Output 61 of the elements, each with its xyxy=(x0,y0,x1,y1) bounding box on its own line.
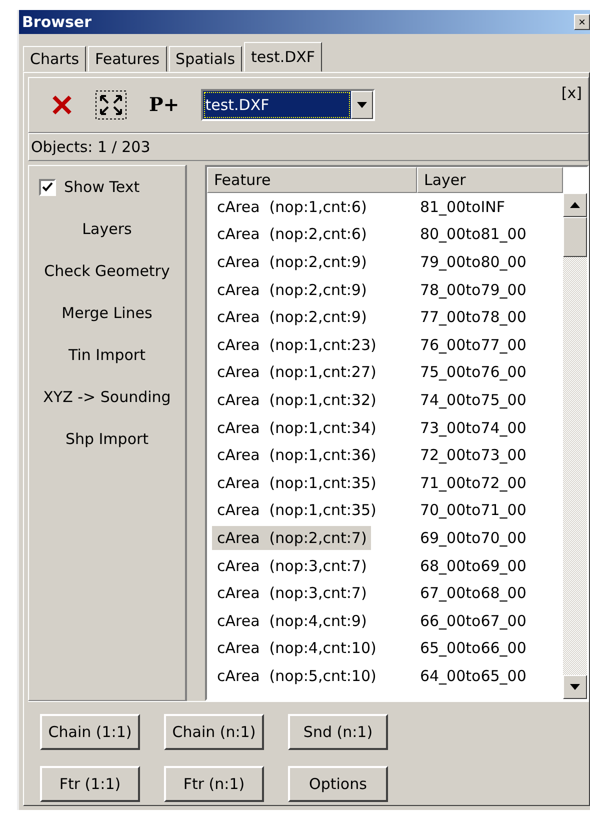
layer-cell-text: 72_00to73_00 xyxy=(418,445,528,466)
add-point-button[interactable]: P+ xyxy=(149,94,180,116)
feature-cell[interactable]: cArea (nop:2,cnt:9) xyxy=(212,305,371,330)
feature-cell[interactable]: cArea (nop:2,cnt:9) xyxy=(212,250,371,274)
window-title: Browser xyxy=(22,13,92,31)
feature-cell[interactable]: cArea (nop:2,cnt:7) xyxy=(212,526,371,550)
feature-cell[interactable]: cArea (nop:1,cnt:35) xyxy=(212,470,380,495)
action-button[interactable]: Chain (n:1) xyxy=(164,714,264,750)
action-button[interactable]: Ftr (n:1) xyxy=(164,766,264,802)
feature-cell[interactable]: cArea (nop:2,cnt:6) xyxy=(212,222,371,246)
feature-cell[interactable]: cArea (nop:1,cnt:27) xyxy=(212,360,380,384)
layer-cell-text: 73_00to74_00 xyxy=(418,418,528,439)
action-button[interactable]: Options xyxy=(288,766,388,802)
dismiss-button[interactable]: [x] xyxy=(561,84,582,102)
side-action[interactable]: Check Geometry xyxy=(44,262,170,280)
column-header[interactable]: Feature xyxy=(207,167,417,193)
tab[interactable]: Spatials xyxy=(168,46,242,72)
layer-cell-text: 70_00to71_00 xyxy=(418,500,528,522)
layer-cell-text: 67_00to68_00 xyxy=(418,583,528,604)
object-count: Objects: 1 / 203 xyxy=(28,133,589,161)
action-button[interactable]: Ftr (1:1) xyxy=(40,766,140,802)
layer-cell-text: 77_00to78_00 xyxy=(418,307,528,328)
layer-cell-text: 78_00to79_00 xyxy=(418,280,528,301)
layer-cell-text: 69_00to70_00 xyxy=(418,528,528,549)
feature-cell[interactable]: cArea (nop:2,cnt:9) xyxy=(212,278,371,302)
layer-cell-text: 80_00to81_00 xyxy=(418,224,528,246)
layer-cell-text: 71_00to72_00 xyxy=(418,472,528,494)
layer-cell-text: 64_00to65_00 xyxy=(418,666,528,687)
layer-cell-text: 76_00to77_00 xyxy=(418,334,528,356)
side-action[interactable]: XYZ -> Sounding xyxy=(43,388,171,406)
side-action[interactable]: Tin Import xyxy=(68,346,146,364)
file-dropdown[interactable]: test.DXF xyxy=(201,89,376,121)
layer-cell-text: 66_00to67_00 xyxy=(418,610,528,632)
feature-cell[interactable]: cArea (nop:1,cnt:34) xyxy=(212,416,380,440)
feature-cell[interactable]: cArea (nop:4,cnt:9) xyxy=(212,608,371,633)
show-text-checkbox[interactable]: Show Text xyxy=(39,178,140,196)
tab[interactable]: Charts xyxy=(23,46,86,72)
tab[interactable]: test.DXF xyxy=(244,42,322,72)
feature-cell[interactable]: cArea (nop:1,cnt:6) xyxy=(212,194,371,219)
feature-cell[interactable]: cArea (nop:3,cnt:7) xyxy=(212,581,371,606)
tab[interactable]: Features xyxy=(88,46,167,72)
feature-cell[interactable]: cArea (nop:1,cnt:36) xyxy=(212,443,380,468)
feature-cell[interactable]: cArea (nop:3,cnt:7) xyxy=(212,554,371,578)
side-action[interactable]: Shp Import xyxy=(65,430,149,448)
action-button[interactable]: Chain (1:1) xyxy=(40,714,140,750)
action-button[interactable]: Snd (n:1) xyxy=(288,714,388,750)
layer-cell-text: 79_00to80_00 xyxy=(418,252,528,273)
close-button[interactable]: × xyxy=(574,14,590,30)
feature-cell[interactable]: cArea (nop:1,cnt:35) xyxy=(212,498,380,522)
side-action[interactable]: Merge Lines xyxy=(62,304,152,322)
column-header[interactable]: Layer xyxy=(417,167,563,193)
layer-cell-text: 75_00to76_00 xyxy=(418,362,528,384)
feature-cell[interactable]: cArea (nop:1,cnt:32) xyxy=(212,388,380,412)
side-action[interactable]: Layers xyxy=(82,220,132,238)
layer-cell-text: 81_00toINF xyxy=(418,196,506,218)
feature-cell[interactable]: cArea (nop:5,cnt:10) xyxy=(212,664,380,688)
feature-cell[interactable]: cArea (nop:1,cnt:23) xyxy=(212,332,380,357)
feature-cell[interactable]: cArea (nop:4,cnt:10) xyxy=(212,636,380,660)
layer-cell-text: 74_00to75_00 xyxy=(418,390,528,411)
layer-cell-text: 68_00to69_00 xyxy=(418,556,528,577)
layer-cell-text: 65_00to66_00 xyxy=(418,638,528,660)
